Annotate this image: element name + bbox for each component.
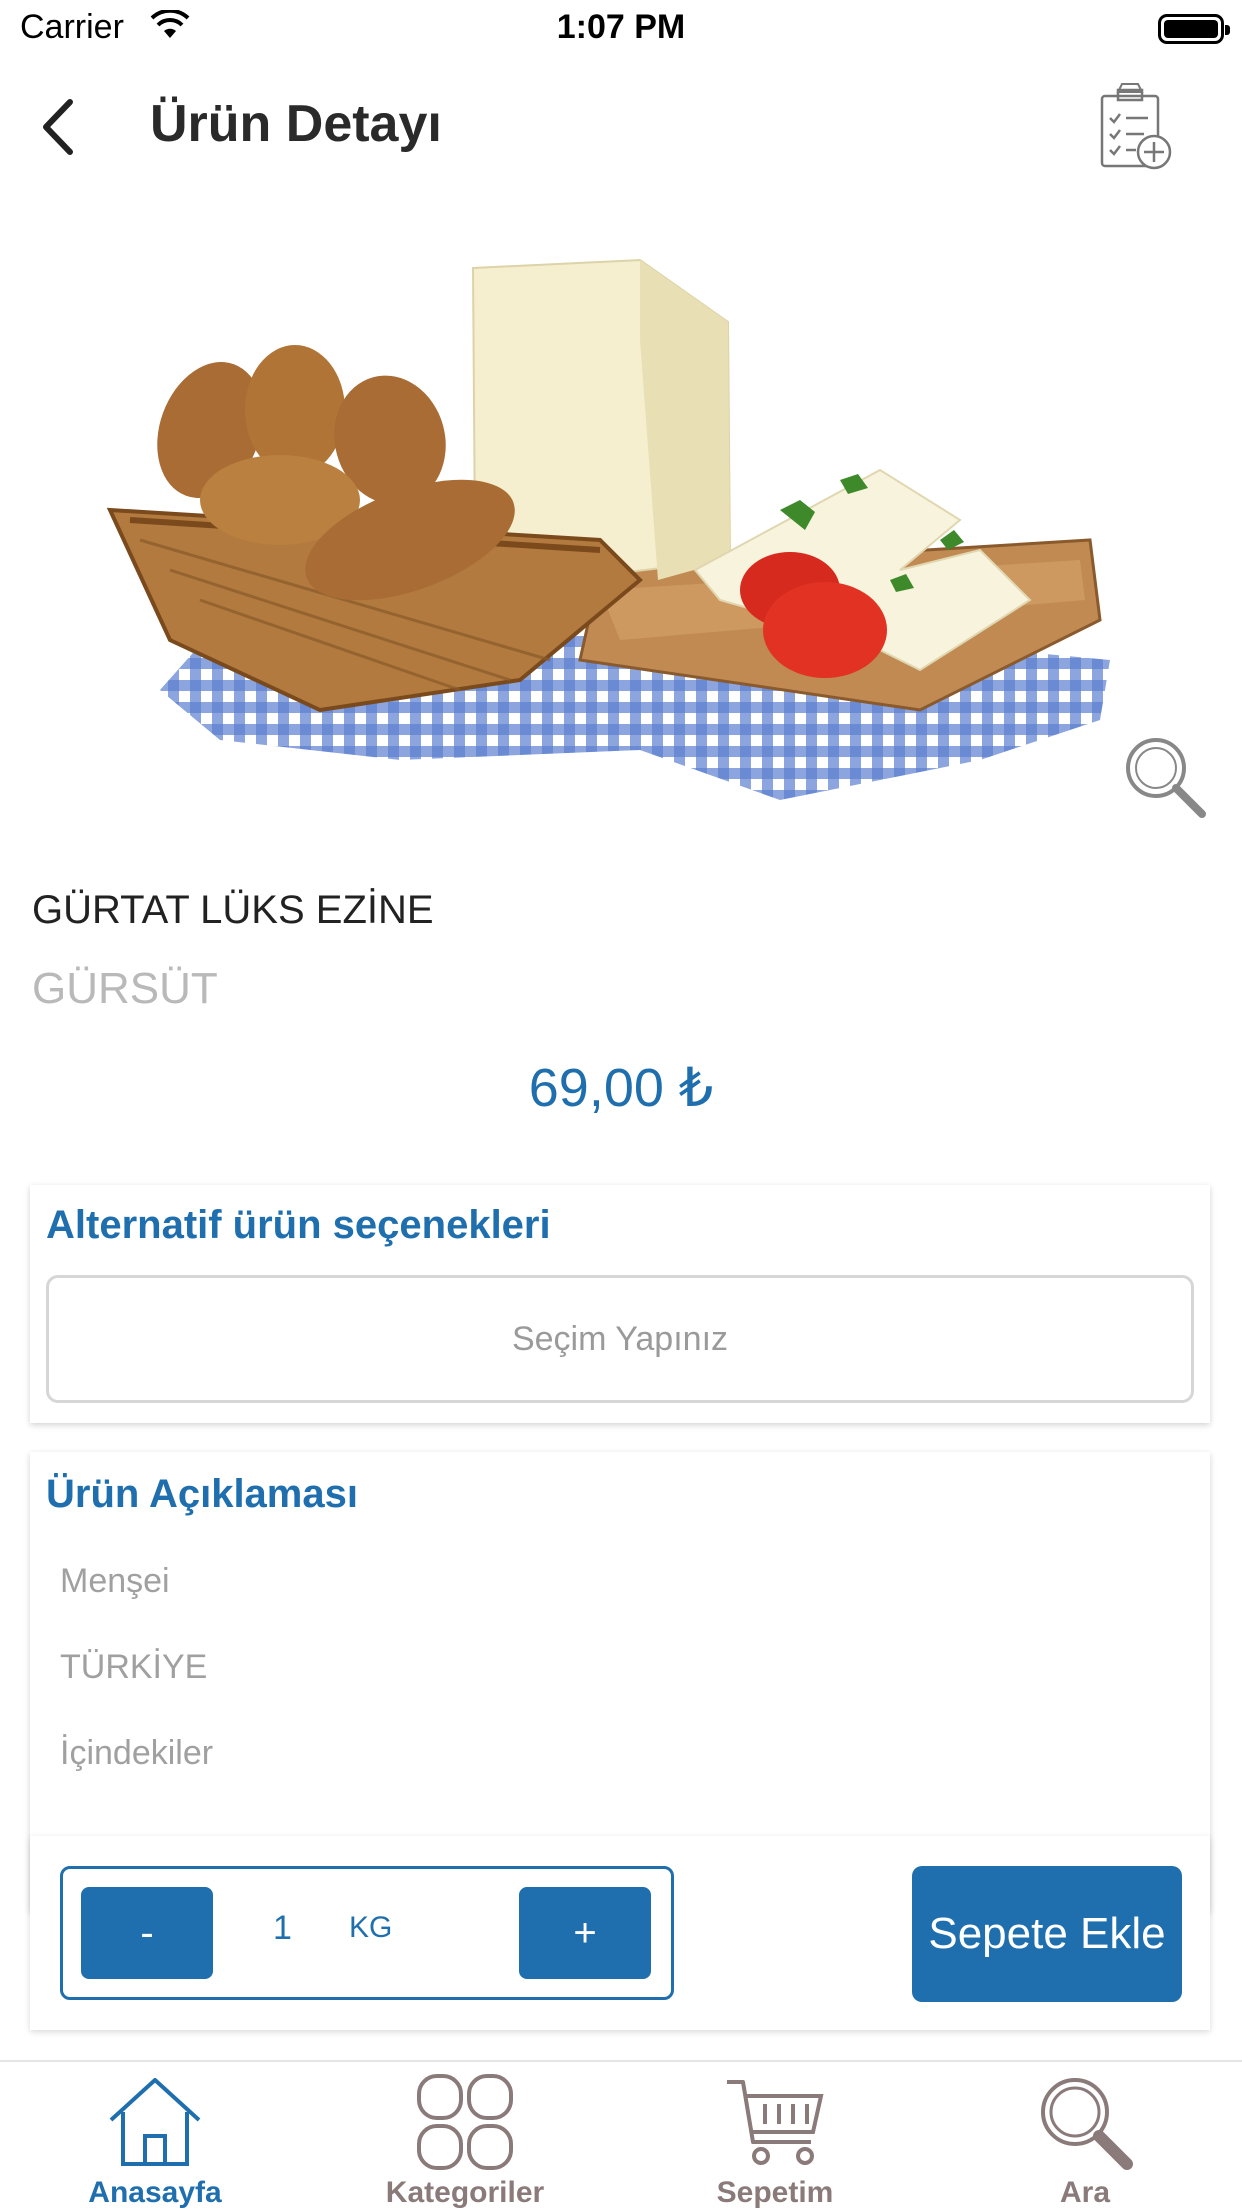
description-title: Ürün Açıklaması bbox=[46, 1472, 358, 1516]
description-item-origin-label: Menşei bbox=[60, 1562, 170, 1600]
alternatives-placeholder: Seçim Yapınız bbox=[511, 1319, 729, 1358]
add-to-cart-bar: - 1 KG + Sepete Ekle bbox=[30, 1836, 1210, 2030]
battery-icon bbox=[1158, 14, 1230, 44]
page-title: Ürün Detayı bbox=[150, 95, 442, 153]
zoom-icon[interactable] bbox=[1118, 730, 1208, 820]
add-to-cart-button[interactable]: Sepete Ekle bbox=[912, 1866, 1182, 2002]
alternatives-title: Alternatif ürün seçenekleri bbox=[46, 1203, 551, 1247]
decrease-button[interactable]: - bbox=[81, 1887, 213, 1979]
quantity-value: 1 bbox=[273, 1909, 292, 1947]
product-brand: GÜRSÜT bbox=[32, 964, 218, 1013]
search-icon bbox=[1041, 2078, 1133, 2170]
increase-button[interactable]: + bbox=[519, 1887, 651, 1979]
shopping-list-add-icon[interactable] bbox=[1096, 80, 1176, 174]
description-item-ingredients-label: İçindekiler bbox=[60, 1734, 214, 1772]
product-name: GÜRTAT LÜKS EZİNE bbox=[32, 888, 434, 932]
tab-search[interactable]: Ara bbox=[930, 2062, 1240, 2210]
alternatives-card: Alternatif ürün seçenekleri Seçim Yapını… bbox=[30, 1185, 1210, 1423]
tab-cart[interactable]: Sepetim bbox=[620, 2062, 930, 2210]
tab-home-label: Anasayfa bbox=[88, 2176, 222, 2209]
tab-home[interactable]: Anasayfa bbox=[0, 2062, 310, 2210]
cart-icon bbox=[727, 2080, 824, 2165]
tab-categories-label: Kategoriler bbox=[385, 2176, 545, 2209]
grid-icon bbox=[417, 2074, 513, 2170]
tab-bar: Anasayfa Kategoriler Sepetim Ara bbox=[0, 2060, 1242, 2210]
back-chevron-icon[interactable] bbox=[30, 92, 90, 162]
product-price: 69,00 ₺ bbox=[528, 1058, 714, 1118]
description-item-origin-value: TÜRKİYE bbox=[60, 1648, 208, 1686]
status-bar: Carrier 1:07 PM bbox=[0, 0, 1242, 60]
alternatives-select[interactable]: Seçim Yapınız bbox=[46, 1275, 1194, 1403]
product-image bbox=[106, 258, 1110, 800]
tab-search-label: Ara bbox=[1059, 2176, 1111, 2209]
home-icon bbox=[109, 2078, 201, 2166]
status-time: 1:07 PM bbox=[556, 8, 686, 46]
quantity-unit: KG bbox=[349, 1911, 393, 1944]
tab-cart-label: Sepetim bbox=[716, 2176, 834, 2209]
quantity-stepper: - 1 KG + bbox=[60, 1866, 674, 2000]
tab-categories[interactable]: Kategoriler bbox=[310, 2062, 620, 2210]
